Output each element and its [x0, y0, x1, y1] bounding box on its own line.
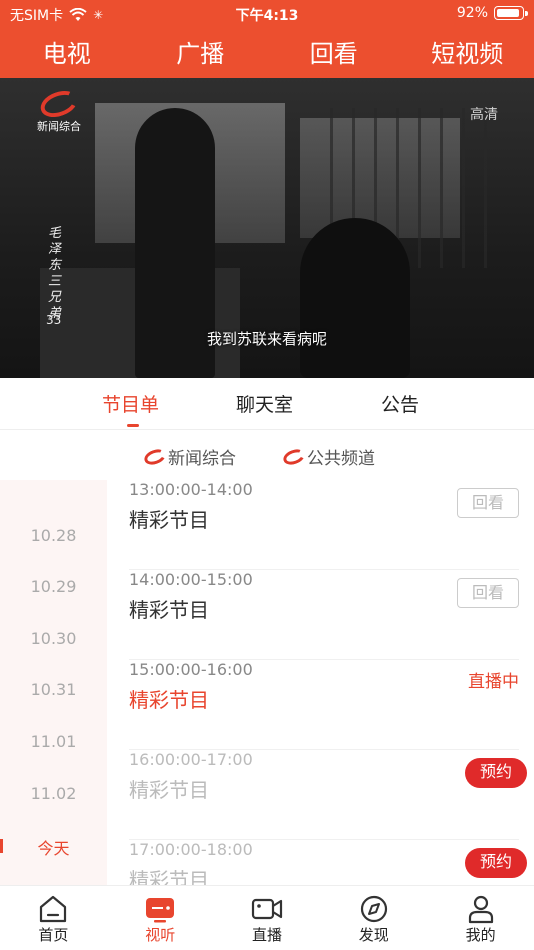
battery-icon — [494, 6, 528, 20]
channel-news[interactable]: 新闻综合 — [142, 444, 236, 469]
program-time: 15:00:00-16:00 — [129, 660, 253, 679]
tv-icon — [146, 898, 175, 923]
replay-button[interactable]: 回看 — [457, 488, 519, 518]
top-tab-tv[interactable]: 电视 — [0, 34, 134, 74]
program-name: 精彩节目 — [129, 688, 209, 712]
nav-label: 首页 — [38, 926, 69, 944]
nav-live[interactable]: 直播 — [214, 886, 321, 950]
program-name: 精彩节目 — [129, 868, 209, 885]
episode-number: 33 — [46, 313, 62, 327]
program-time: 16:00:00-17:00 — [129, 750, 253, 769]
video-scene-person — [300, 218, 410, 378]
top-tab-radio[interactable]: 广播 — [134, 34, 268, 74]
date-item[interactable]: 11.02 — [0, 784, 107, 803]
video-camera-icon — [251, 898, 283, 920]
program-row: 15:00:00-16:00 精彩节目 直播中 — [129, 660, 519, 750]
date-item[interactable]: 10.28 — [0, 526, 107, 545]
program-time: 17:00:00-18:00 — [129, 840, 253, 859]
nav-home[interactable]: 首页 — [0, 886, 107, 950]
nav-label: 直播 — [251, 926, 282, 944]
home-icon — [40, 895, 67, 923]
nav-label: 发现 — [358, 926, 389, 944]
channel-logo-text: 新闻综合 — [37, 120, 81, 133]
nav-label: 视听 — [145, 926, 176, 944]
channel-label: 新闻综合 — [168, 449, 236, 469]
program-row: 16:00:00-17:00 精彩节目 预约 — [129, 750, 527, 840]
program-title-vertical: 毛泽东三兄弟 — [48, 226, 62, 321]
sub-tabs: 节目单 聊天室 公告 — [0, 378, 534, 430]
date-sidebar: 10.28 10.29 10.30 10.31 11.01 11.02 今天 — [0, 480, 107, 885]
date-item[interactable]: 10.29 — [0, 577, 107, 596]
live-now-label[interactable]: 直播中 — [468, 668, 519, 698]
tab-schedule[interactable]: 节目单 — [102, 390, 159, 417]
tab-announcement[interactable]: 公告 — [381, 390, 419, 417]
program-time: 14:00:00-15:00 — [129, 570, 253, 589]
channel-logo-icon — [281, 446, 307, 467]
bottom-nav: 首页 视听 直播 发现 我的 — [0, 885, 534, 950]
date-item[interactable]: 11.01 — [0, 732, 107, 751]
tab-chatroom[interactable]: 聊天室 — [236, 390, 293, 417]
channel-selector: 新闻综合 公共频道 — [0, 432, 534, 480]
program-time: 13:00:00-14:00 — [129, 480, 253, 499]
top-tab-short-video[interactable]: 短视频 — [401, 34, 534, 74]
nav-discover[interactable]: 发现 — [320, 886, 427, 950]
video-player[interactable]: 新闻综合 高清 毛泽东三兄弟 33 我到苏联来看病呢 — [0, 78, 534, 378]
top-tabs: 电视 广播 回看 短视频 — [0, 34, 534, 74]
date-item-today[interactable]: 今天 — [0, 835, 107, 859]
program-row: 13:00:00-14:00 精彩节目 回看 — [129, 480, 519, 570]
program-row: 14:00:00-15:00 精彩节目 回看 — [129, 570, 519, 660]
app-header: 无SIM卡 ✳ 下午4:13 92% 电视 广播 回看 短视频 — [0, 0, 534, 78]
program-name: 精彩节目 — [129, 598, 209, 622]
compass-icon — [360, 895, 387, 923]
status-bar: 无SIM卡 ✳ 下午4:13 92% — [0, 0, 534, 28]
channel-public[interactable]: 公共频道 — [281, 444, 375, 469]
channel-logo-icon — [37, 86, 81, 122]
nav-audiovisual[interactable]: 视听 — [107, 886, 214, 950]
video-subtitle: 我到苏联来看病呢 — [206, 330, 327, 348]
top-tab-replay[interactable]: 回看 — [267, 34, 401, 74]
nav-label: 我的 — [465, 926, 496, 944]
reserve-button[interactable]: 预约 — [465, 848, 527, 878]
status-time: 下午4:13 — [235, 8, 299, 24]
channel-logo-icon — [142, 446, 168, 467]
program-row: 17:00:00-18:00 精彩节目 预约 — [129, 840, 527, 885]
program-name: 精彩节目 — [129, 508, 209, 532]
program-name: 精彩节目 — [129, 778, 209, 802]
date-item[interactable]: 10.30 — [0, 629, 107, 648]
nav-me[interactable]: 我的 — [427, 886, 534, 950]
channel-logo: 新闻综合 — [32, 86, 86, 133]
channel-label: 公共频道 — [307, 449, 375, 469]
date-item[interactable]: 10.31 — [0, 680, 107, 699]
user-icon — [468, 895, 493, 924]
battery-percent: 92% — [456, 5, 488, 21]
reserve-button[interactable]: 预约 — [465, 758, 527, 788]
replay-button[interactable]: 回看 — [457, 578, 519, 608]
program-list: 13:00:00-14:00 精彩节目 回看 14:00:00-15:00 精彩… — [107, 480, 534, 885]
quality-label[interactable]: 高清 — [470, 104, 498, 124]
active-date-marker — [0, 839, 3, 853]
active-tab-indicator — [127, 424, 139, 427]
